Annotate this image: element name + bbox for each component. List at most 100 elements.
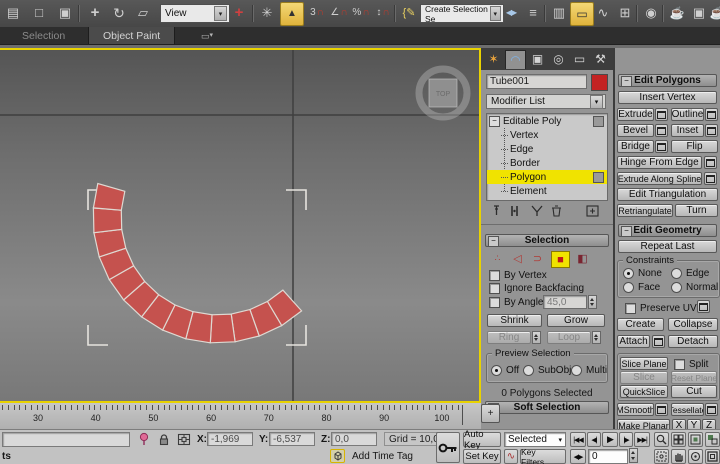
- hinge-settings-button[interactable]: [704, 156, 717, 169]
- bevel-button[interactable]: Bevel: [617, 124, 654, 137]
- object-color-swatch[interactable]: [591, 74, 608, 91]
- selection-set-filter-dropdown[interactable]: Selected ▾: [504, 432, 566, 447]
- outline-settings-button[interactable]: [705, 108, 718, 121]
- curve-editor-icon[interactable]: ∿: [592, 2, 614, 24]
- key-mode-toggle-button[interactable]: ◀▶: [570, 449, 586, 464]
- set-keys-button[interactable]: [436, 432, 460, 463]
- bevel-settings-button[interactable]: [655, 124, 668, 137]
- modifier-list-dropdown[interactable]: Modifier List ▾: [486, 94, 606, 109]
- schematic-view-icon[interactable]: ⊞: [614, 2, 636, 24]
- hinge-from-edge-button[interactable]: Hinge From Edge: [617, 156, 702, 169]
- retriangulate-button[interactable]: Retriangulate: [617, 204, 673, 217]
- bridge-button[interactable]: Bridge: [617, 140, 654, 153]
- inset-button[interactable]: Inset: [671, 124, 704, 137]
- modify-tab-icon[interactable]: ◠: [505, 50, 526, 69]
- zoom-extents-icon[interactable]: [688, 432, 703, 447]
- constraint-face-radio[interactable]: [623, 282, 634, 293]
- loop-spinner[interactable]: [592, 331, 601, 344]
- vertex-subobject-icon[interactable]: ∴: [489, 251, 506, 266]
- preview-multi-radio[interactable]: [571, 365, 582, 376]
- stack-item-polygon[interactable]: Polygon: [487, 170, 607, 184]
- element-subobject-icon[interactable]: ◧: [574, 251, 591, 266]
- material-editor-icon[interactable]: ◉: [640, 2, 662, 24]
- manage-layers-icon[interactable]: ▥: [548, 2, 570, 24]
- mini-curve-editor-button[interactable]: +: [481, 404, 500, 423]
- constraint-normal-radio[interactable]: [671, 282, 682, 293]
- preview-multi-option[interactable]: Multi: [571, 365, 607, 376]
- object-name-field[interactable]: Tube001: [486, 74, 587, 89]
- split-checkbox[interactable]: [674, 359, 685, 370]
- keyboard-shortcut-override-icon[interactable]: ▲: [280, 2, 304, 26]
- zoom-extents-all-icon[interactable]: [705, 432, 720, 447]
- quickslice-button[interactable]: QuickSlice: [620, 385, 668, 398]
- key-filters-button[interactable]: Key Filters...: [520, 449, 566, 464]
- stack-item-element[interactable]: Element: [487, 184, 607, 198]
- graphite-ribbon-toggle-icon[interactable]: ▭: [570, 2, 594, 26]
- default-tangent-icon[interactable]: ∿: [504, 449, 518, 464]
- next-frame-button[interactable]: |▶: [619, 432, 633, 447]
- render-setup-icon[interactable]: ☕: [666, 2, 688, 24]
- by-angle-spinner[interactable]: [588, 295, 597, 309]
- configure-modifier-sets-icon[interactable]: [585, 204, 600, 218]
- selection-region-icon[interactable]: □: [28, 2, 50, 24]
- preview-off-option[interactable]: Off: [491, 365, 519, 376]
- select-by-name-icon[interactable]: ▤: [2, 2, 24, 24]
- display-tab-icon[interactable]: ▭: [570, 50, 589, 68]
- orbit-icon[interactable]: [688, 449, 703, 464]
- utilities-tab-icon[interactable]: ⚒: [591, 50, 610, 68]
- track-bar[interactable]: 30405060708090100: [0, 403, 481, 430]
- lock-icon[interactable]: [156, 432, 171, 446]
- constraint-normal-option[interactable]: Normal: [671, 282, 718, 293]
- repeat-last-button[interactable]: Repeat Last: [618, 240, 717, 253]
- window-crossing-icon[interactable]: ▣: [54, 2, 76, 24]
- extrude-button[interactable]: Extrude: [617, 108, 654, 121]
- preview-subobj-radio[interactable]: [523, 365, 534, 376]
- snaps-toggle-icon[interactable]: ✳: [256, 2, 278, 24]
- collapse-minus-icon[interactable]: −: [621, 226, 632, 237]
- attach-button[interactable]: Attach: [617, 335, 650, 348]
- modifier-stack[interactable]: − Editable Poly Vertex Edge Border Polyg…: [486, 113, 608, 201]
- edit-triangulation-button[interactable]: Edit Triangulation: [617, 188, 718, 201]
- hierarchy-tab-icon[interactable]: ▣: [528, 50, 547, 68]
- select-and-move-icon[interactable]: +: [84, 2, 106, 24]
- reset-plane-button[interactable]: Reset Plane: [671, 371, 717, 384]
- select-and-rotate-icon[interactable]: ↻: [108, 2, 130, 24]
- slice-button[interactable]: Slice: [620, 371, 668, 384]
- inset-settings-button[interactable]: [705, 124, 718, 137]
- ring-button[interactable]: Ring: [487, 331, 531, 344]
- collapse-minus-icon[interactable]: −: [621, 76, 632, 87]
- by-angle-checkbox[interactable]: [489, 297, 500, 308]
- stack-item-vertex[interactable]: Vertex: [487, 128, 607, 142]
- attach-settings-button[interactable]: [652, 335, 665, 348]
- y-coord-field[interactable]: -6,537: [269, 432, 315, 446]
- absolute-offset-mode-icon[interactable]: [176, 432, 191, 446]
- turn-button[interactable]: Turn: [675, 204, 718, 217]
- extrude-settings-button[interactable]: [655, 108, 668, 121]
- edit-polygons-rollout-header[interactable]: − Edit Polygons: [618, 74, 717, 87]
- edge-subobject-icon[interactable]: ◁: [509, 251, 526, 266]
- extrude-spline-settings-button[interactable]: [704, 172, 717, 185]
- flip-button[interactable]: Flip: [671, 140, 718, 153]
- extrude-along-spline-button[interactable]: Extrude Along Spline: [617, 172, 702, 185]
- snap-3d-icon[interactable]: 3∩: [306, 2, 328, 24]
- selection-lock-pin-icon[interactable]: [136, 432, 151, 446]
- dropdown-arrow-icon[interactable]: ▾: [558, 436, 562, 444]
- constraint-none-option[interactable]: None: [623, 268, 662, 279]
- suboject-level-icon[interactable]: [593, 172, 604, 183]
- stack-item-edge[interactable]: Edge: [487, 142, 607, 156]
- tab-selection[interactable]: Selection: [8, 27, 79, 44]
- pin-stack-icon[interactable]: [489, 204, 504, 218]
- insert-vertex-button[interactable]: Insert Vertex: [618, 91, 717, 104]
- polygon-subobject-icon[interactable]: ■: [551, 251, 570, 268]
- stack-item-editable-poly[interactable]: − Editable Poly: [487, 114, 607, 128]
- msmooth-settings-button[interactable]: [655, 403, 668, 416]
- maximize-viewport-icon[interactable]: [705, 449, 720, 464]
- create-tab-icon[interactable]: ✶: [484, 50, 503, 68]
- go-to-start-button[interactable]: |◀◀: [570, 432, 586, 447]
- grow-button[interactable]: Grow: [547, 314, 605, 327]
- show-end-result-icon[interactable]: [507, 204, 522, 218]
- dropdown-arrow-icon[interactable]: ▾: [214, 6, 227, 21]
- angle-snap-icon[interactable]: ∠∩: [328, 2, 350, 24]
- stack-item-border[interactable]: Border: [487, 156, 607, 170]
- viewport-canvas[interactable]: TOP: [0, 50, 479, 401]
